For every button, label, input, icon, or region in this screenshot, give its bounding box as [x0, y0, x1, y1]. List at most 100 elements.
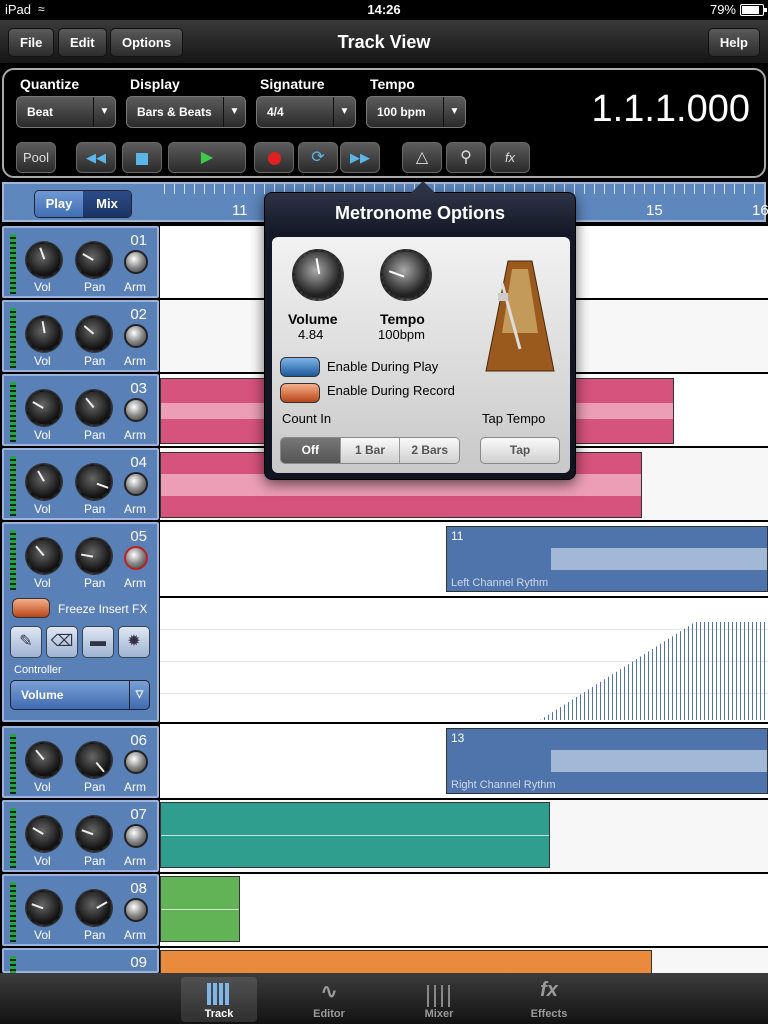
arm-button[interactable] — [124, 898, 148, 922]
arm-label: Arm — [124, 854, 146, 868]
arm-button[interactable] — [124, 824, 148, 848]
enable-play-toggle[interactable] — [280, 357, 320, 377]
pool-button[interactable]: Pool — [16, 142, 56, 173]
arm-button[interactable] — [124, 250, 148, 274]
volume-knob[interactable] — [26, 464, 62, 500]
fx-button[interactable]: fx — [490, 142, 530, 173]
arm-button[interactable] — [124, 750, 148, 774]
track-lane-09[interactable] — [160, 948, 768, 990]
clip-number: 13 — [451, 731, 465, 745]
mix-mode-button[interactable]: Mix — [83, 191, 131, 217]
play-mode-button[interactable]: Play — [35, 191, 83, 217]
track-number: 06 — [130, 732, 147, 749]
quantize-select[interactable]: Beat ▼ — [16, 96, 116, 128]
audio-clip[interactable] — [160, 802, 550, 868]
eraser-icon[interactable]: ⌫ — [46, 626, 78, 658]
zoom-button[interactable]: ⚲ — [446, 142, 486, 173]
pan-knob[interactable] — [76, 538, 112, 574]
vol-label: Vol — [34, 576, 51, 590]
freeze-toggle[interactable] — [12, 598, 50, 618]
tab-editor[interactable]: ∿ Editor — [291, 977, 367, 1022]
clip-name: Left Channel Rythm — [451, 577, 549, 589]
popup-title: Metronome Options — [335, 203, 505, 223]
tab-track[interactable]: Track — [181, 977, 257, 1022]
track-header-04[interactable]: 04 Vol Pan Arm — [2, 448, 159, 520]
tab-label: Editor — [313, 1008, 345, 1020]
track-number: 04 — [130, 454, 147, 471]
tap-tempo-label: Tap Tempo — [482, 411, 546, 426]
pan-knob[interactable] — [76, 464, 112, 500]
arm-button[interactable] — [124, 324, 148, 348]
pan-knob[interactable] — [76, 242, 112, 278]
tap-button[interactable]: Tap — [480, 437, 560, 464]
pan-knob[interactable] — [76, 316, 112, 352]
ruler-icon[interactable]: ▬ — [82, 626, 114, 658]
volume-knob[interactable] — [26, 242, 62, 278]
tempo-select[interactable]: 100 bpm ▼ — [366, 96, 466, 128]
track-header-01[interactable]: 01 Vol Pan Arm — [2, 226, 159, 298]
track-header-06[interactable]: 06 Vol Pan Arm — [2, 726, 159, 798]
volume-knob[interactable] — [26, 316, 62, 352]
tempo-knob[interactable] — [380, 249, 432, 301]
pan-label: Pan — [84, 502, 106, 516]
track-header-08[interactable]: 08 Vol Pan Arm — [2, 874, 159, 946]
track-header-03[interactable]: 03 Vol Pan Arm — [2, 374, 159, 446]
audio-clip[interactable] — [160, 876, 240, 942]
play-mix-toggle[interactable]: Play Mix — [34, 190, 132, 218]
count-in-off[interactable]: Off — [281, 438, 340, 463]
level-meter — [10, 234, 16, 294]
arm-button[interactable] — [124, 546, 148, 570]
chevron-down-icon: ▼ — [93, 97, 115, 127]
audio-clip-left-rythm[interactable]: 11 Left Channel Rythm — [446, 526, 768, 592]
track-header-05[interactable]: 05 Vol Pan Arm Freeze Insert FX ✎ ⌫ ▬ ✹ Controlle… — [2, 522, 159, 722]
help-button[interactable]: Help — [707, 28, 760, 57]
signature-select[interactable]: 4/4 ▼ — [256, 96, 356, 128]
track-lane-08[interactable] — [160, 874, 768, 946]
pan-knob[interactable] — [76, 390, 112, 426]
audio-clip-right-rythm[interactable]: 13 Right Channel Rythm — [446, 728, 768, 794]
rewind-button[interactable]: ◀◀ — [76, 142, 116, 173]
enable-record-toggle[interactable] — [280, 383, 320, 403]
record-button[interactable] — [254, 142, 294, 173]
track-lane-05[interactable]: 11 Left Channel Rythm — [160, 522, 768, 596]
controller-select[interactable]: Volume ▽ — [10, 680, 150, 710]
count-in-2-bars[interactable]: 2 Bars — [399, 438, 459, 463]
display-select[interactable]: Bars & Beats ▼ — [126, 96, 246, 128]
pan-label: Pan — [84, 780, 106, 794]
color-wheel-icon[interactable]: ✹ — [118, 626, 150, 658]
count-in-1-bar[interactable]: 1 Bar — [339, 438, 400, 463]
volume-knob[interactable] — [26, 890, 62, 926]
track-header-02[interactable]: 02 Vol Pan Arm — [2, 300, 159, 372]
count-in-selector[interactable]: Off 1 Bar 2 Bars — [280, 437, 460, 464]
arm-button[interactable] — [124, 472, 148, 496]
track-lane-06[interactable]: 13 Right Channel Rythm — [160, 724, 768, 798]
pan-knob[interactable] — [76, 742, 112, 778]
metronome-button[interactable]: △ — [402, 142, 442, 173]
arm-button[interactable] — [124, 398, 148, 422]
play-icon: ▶ — [200, 149, 214, 166]
volume-knob[interactable] — [26, 742, 62, 778]
stop-icon — [136, 152, 148, 165]
volume-knob[interactable] — [26, 538, 62, 574]
track-header-09[interactable]: 09 — [2, 948, 159, 1016]
chevron-down-icon: ▼ — [333, 97, 355, 127]
track-lane-07[interactable] — [160, 800, 768, 872]
vol-label: Vol — [34, 502, 51, 516]
play-button[interactable]: ▶ — [168, 142, 246, 173]
pencil-icon[interactable]: ✎ — [10, 626, 42, 658]
pan-knob[interactable] — [76, 890, 112, 926]
tab-mixer[interactable]: Mixer — [401, 977, 477, 1022]
stop-button[interactable] — [122, 142, 162, 173]
tab-effects[interactable]: fx Effects — [511, 977, 587, 1022]
volume-knob[interactable] — [26, 390, 62, 426]
track-header-07[interactable]: 07 Vol Pan Arm — [2, 800, 159, 872]
loop-button[interactable]: ⟳ — [298, 142, 338, 173]
tab-label: Mixer — [424, 1008, 454, 1020]
vol-label: Vol — [34, 854, 51, 868]
forward-button[interactable]: ▶▶ — [340, 142, 380, 173]
volume-knob[interactable] — [26, 816, 62, 852]
volume-knob[interactable] — [292, 249, 344, 301]
pan-knob[interactable] — [76, 816, 112, 852]
freeze-label: Freeze Insert FX — [58, 602, 148, 616]
automation-lane[interactable] — [160, 598, 768, 722]
